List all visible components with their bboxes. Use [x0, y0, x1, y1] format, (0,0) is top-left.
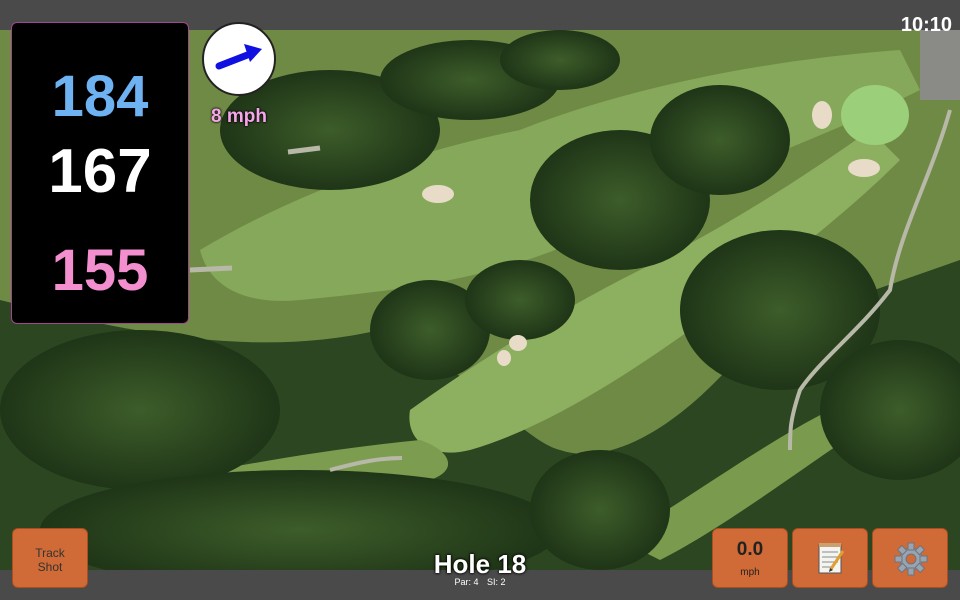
- settings-button[interactable]: [872, 528, 948, 588]
- wind-speed: 8 mph: [211, 106, 267, 127]
- track-shot-label-line2: Shot: [37, 560, 63, 574]
- notepad-icon: [818, 543, 845, 574]
- wind-arrow-icon: [215, 44, 262, 70]
- speed-button[interactable]: 0.0 mph: [712, 528, 788, 588]
- hole-par: Par: 4: [454, 577, 479, 587]
- front-distance: 155: [51, 238, 149, 303]
- track-shot-label-line1: Track: [35, 546, 65, 560]
- wind-indicator: [202, 22, 276, 96]
- track-shot-button[interactable]: Track Shot: [12, 528, 88, 588]
- speed-value: 0.0: [736, 539, 764, 560]
- hole-stroke-index: SI: 2: [487, 577, 506, 587]
- gear-icon: [894, 542, 928, 576]
- back-distance: 184: [51, 64, 149, 129]
- status-clock: 10:10: [900, 14, 952, 36]
- notes-button[interactable]: [792, 528, 868, 588]
- distance-panel: 184 167 155: [11, 22, 189, 324]
- middle-distance: 167: [48, 137, 152, 206]
- speed-unit: mph: [740, 567, 760, 578]
- hole-title: Hole 18: [433, 549, 527, 579]
- hole-info: Par: 4 SI: 2: [380, 577, 580, 587]
